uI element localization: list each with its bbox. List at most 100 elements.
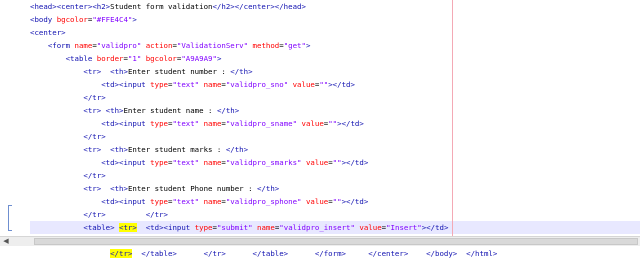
code-token: Enter student marks : bbox=[127, 145, 226, 154]
code-token: <body bbox=[30, 15, 57, 24]
code-token: <head> bbox=[30, 2, 57, 11]
code-token: <center> bbox=[56, 2, 93, 11]
code-token: <th> bbox=[110, 67, 128, 76]
edge-column-line bbox=[452, 0, 453, 236]
code-line[interactable]: <tr> <th>Enter student Phone number : </… bbox=[30, 182, 279, 195]
code-line[interactable]: <center> bbox=[30, 26, 66, 39]
code-token: "Insert" bbox=[386, 223, 422, 232]
code-token: </td> bbox=[346, 158, 369, 167]
code-line[interactable]: <body bgcolor="#FFE4C4"> bbox=[30, 13, 137, 26]
code-token: Enter student number : bbox=[127, 67, 231, 76]
code-token: <input bbox=[119, 197, 151, 206]
fold-gutter[interactable] bbox=[0, 0, 30, 236]
code-line[interactable]: <table border="1" bgcolor="A9A9A9"> bbox=[30, 52, 222, 65]
code-line[interactable]: </tr> </tr> bbox=[30, 208, 168, 221]
code-token: <th> bbox=[110, 184, 128, 193]
code-token: name bbox=[203, 158, 222, 167]
code-token: </th> bbox=[216, 106, 240, 115]
code-area[interactable]: <head><center><h2>Student form validatio… bbox=[30, 0, 640, 258]
code-line[interactable]: </tr> bbox=[30, 91, 105, 104]
code-line[interactable]: <td><input type="text" name="validpro_sm… bbox=[30, 156, 368, 169]
code-token: </tr> bbox=[203, 249, 226, 258]
code-line[interactable]: </tr> </table> </tr> </table> </form> </… bbox=[30, 247, 497, 260]
code-editor[interactable]: <head><center><h2>Student form validatio… bbox=[0, 0, 640, 258]
code-token: Enter student Phone number : bbox=[127, 184, 257, 193]
code-token: value bbox=[359, 223, 382, 232]
code-token: "validpro_sno" bbox=[225, 80, 289, 89]
code-token: "text" bbox=[172, 197, 200, 206]
code-line[interactable]: </tr> bbox=[30, 169, 105, 182]
code-token: value bbox=[305, 197, 329, 206]
code-line[interactable]: <tr> <th>Enter student number : </th> bbox=[30, 65, 253, 78]
code-token: <td> bbox=[145, 223, 164, 232]
code-token: name bbox=[203, 119, 222, 128]
code-token: type bbox=[194, 223, 213, 232]
code-token: <h2> bbox=[92, 2, 111, 11]
code-line[interactable]: <td><input type="text" name="validpro_sn… bbox=[30, 117, 364, 130]
code-token: "text" bbox=[172, 158, 200, 167]
code-token: <tr> bbox=[83, 184, 102, 193]
code-token: </td> bbox=[426, 223, 449, 232]
code-token: </h2> bbox=[212, 2, 235, 11]
code-line[interactable]: <head><center><h2>Student form validatio… bbox=[30, 0, 306, 13]
code-token: value bbox=[305, 158, 329, 167]
code-token: method bbox=[252, 41, 280, 50]
code-token: "validpro_insert" bbox=[279, 223, 355, 232]
code-token: bgcolor bbox=[56, 15, 88, 24]
code-line[interactable]: </tr> bbox=[30, 130, 106, 143]
fold-bracket-icon bbox=[8, 205, 12, 231]
code-token: </th> bbox=[256, 184, 280, 193]
code-token: </center> bbox=[368, 249, 409, 258]
code-line-current[interactable]: <table> <tr> <td><input type="submit" na… bbox=[30, 221, 640, 234]
code-token: > bbox=[132, 15, 137, 24]
code-token: </tr> bbox=[145, 210, 168, 219]
code-token: "submit" bbox=[216, 223, 253, 232]
code-token: "" bbox=[328, 119, 338, 128]
code-token: <input bbox=[119, 119, 151, 128]
code-token: <table> bbox=[83, 223, 115, 232]
code-token: "" bbox=[332, 158, 342, 167]
code-line[interactable]: <tr> <th>Enter student name : </th> bbox=[30, 104, 239, 117]
code-token: Enter student name : bbox=[123, 106, 217, 115]
code-token: <tr> bbox=[83, 67, 102, 76]
scroll-left-icon[interactable]: ◀ bbox=[0, 237, 12, 246]
code-token: "1" bbox=[127, 54, 142, 63]
brace-match-token: </tr> bbox=[110, 249, 133, 258]
code-token: "validpro_sname" bbox=[225, 119, 298, 128]
code-line[interactable]: <tr> <th>Enter student marks : </th> bbox=[30, 143, 248, 156]
code-token: <form bbox=[47, 41, 75, 50]
code-line[interactable]: <td><input type="text" name="validpro_sp… bbox=[30, 195, 368, 208]
scrollbar-thumb[interactable] bbox=[34, 238, 638, 245]
code-token: <center> bbox=[30, 28, 66, 37]
code-token: </th> bbox=[230, 67, 253, 76]
code-token: </tr> bbox=[83, 132, 106, 141]
code-token: </td> bbox=[332, 80, 355, 89]
code-token: <input bbox=[119, 158, 151, 167]
code-token: "validpro_sphone" bbox=[225, 197, 302, 206]
horizontal-scrollbar[interactable]: ◀ bbox=[0, 236, 640, 246]
code-line[interactable]: <form name="validpro" action="Validation… bbox=[30, 39, 311, 52]
brace-match-token: <tr> bbox=[119, 223, 137, 232]
code-token: "validpro_smarks" bbox=[225, 158, 302, 167]
code-line[interactable]: <td><input type="text" name="validpro_sn… bbox=[30, 78, 355, 91]
code-token: <td> bbox=[101, 197, 120, 206]
code-token: "#FFE4C4" bbox=[92, 15, 133, 24]
